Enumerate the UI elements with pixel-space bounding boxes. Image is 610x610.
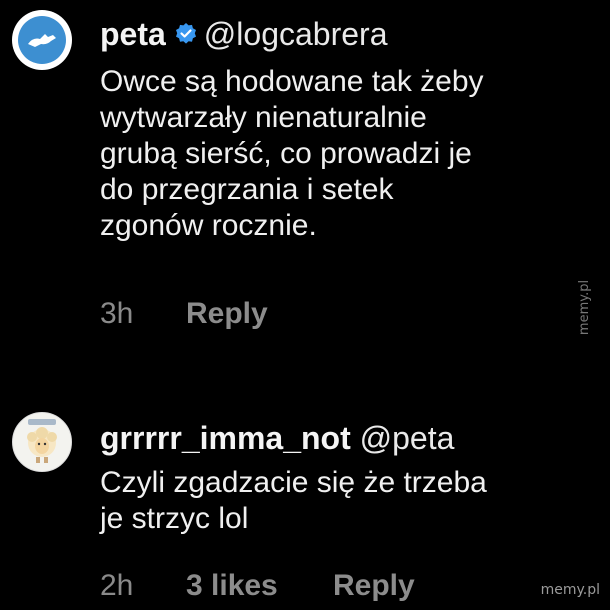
mention-link[interactable]: @peta	[360, 420, 455, 456]
comment-text-line: je strzyc lol	[100, 502, 249, 535]
mention-link[interactable]: @logcabrera	[204, 16, 388, 52]
username[interactable]: grrrrr_imma_not	[100, 420, 351, 456]
username[interactable]: peta	[100, 16, 166, 52]
comment-header: grrrrr_imma_not @peta	[100, 418, 454, 458]
timestamp: 3h	[100, 297, 134, 330]
reply-button[interactable]: Reply	[186, 296, 268, 332]
avatar[interactable]	[12, 10, 72, 70]
reply-button[interactable]: Reply	[333, 568, 415, 604]
peta-logo-icon	[18, 16, 66, 64]
verified-badge-icon	[174, 15, 198, 55]
side-watermark: memy.pl	[576, 279, 592, 336]
corner-watermark: memy.pl	[540, 582, 600, 598]
avatar[interactable]	[12, 412, 72, 472]
timestamp: 2h	[100, 569, 134, 602]
comment-text: Czyli zgadzacie się że trzeba je strzyc …	[100, 465, 487, 537]
comment-header: peta @logcabrera	[100, 14, 387, 59]
comment-text-line: grubą sierść, co prowadzi je	[100, 137, 472, 170]
likes-count[interactable]: 3 likes	[186, 568, 278, 604]
comment-meta: 2h 3 likes Reply	[100, 568, 500, 604]
sheep-avatar-icon	[27, 419, 57, 463]
comment-text-line: do przegrzania i setek	[100, 173, 394, 206]
comment-text-line: Czyli zgadzacie się że trzeba	[100, 466, 487, 499]
comment-text-line: wytwarzały nienaturalnie	[100, 101, 427, 134]
comment-text-line: zgonów rocznie.	[100, 209, 317, 242]
comment-text: Owce są hodowane tak żeby wytwarzały nie…	[100, 64, 484, 244]
comment-text-line: Owce są hodowane tak żeby	[100, 65, 484, 98]
comment-meta: 3h Reply	[100, 296, 400, 332]
